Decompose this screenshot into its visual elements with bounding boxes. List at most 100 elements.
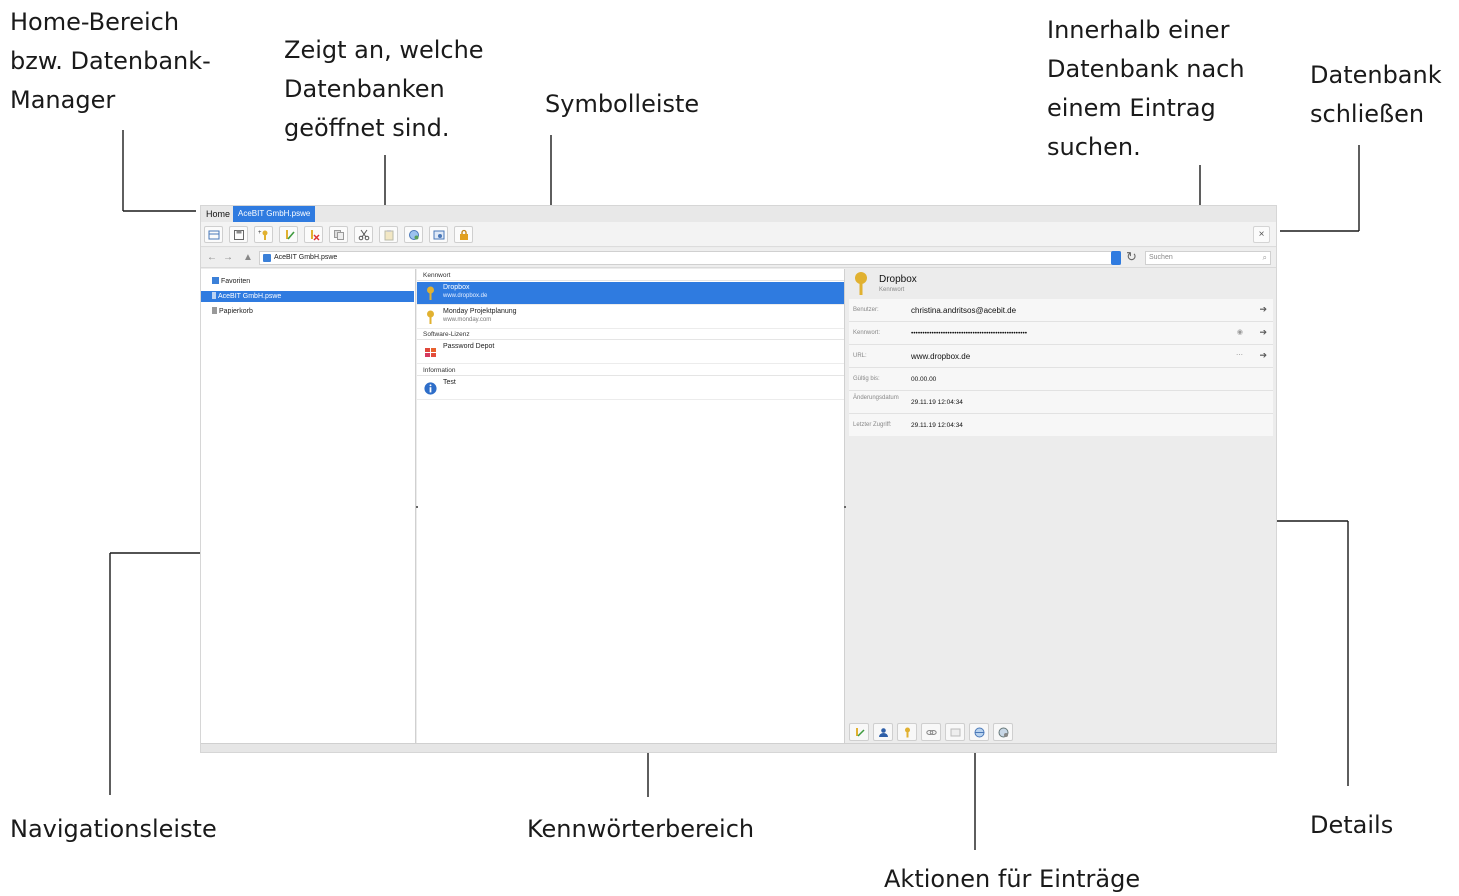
- toolbar: + ×: [201, 222, 1276, 247]
- delete-icon: [311, 230, 320, 241]
- callout-toolbar: Symbolleiste: [545, 90, 700, 118]
- entry-row[interactable]: Monday Projektplanung www.monday.com: [417, 306, 844, 329]
- view-icon: [433, 230, 445, 240]
- copy-password-action[interactable]: [897, 723, 917, 741]
- callout-password-area: Kennwörterbereich: [527, 815, 755, 843]
- arrow-right-icon[interactable]: ➔: [1259, 327, 1267, 338]
- note-icon: [950, 728, 961, 737]
- paste-icon: [384, 230, 394, 241]
- nav-item-trash[interactable]: Papierkorb: [201, 306, 414, 317]
- details-fields: Benutzer: christina.andritsos@acebit.de …: [849, 299, 1273, 436]
- path-field[interactable]: AceBIT GmbH.pswe: [259, 251, 1121, 265]
- globe-icon: [974, 727, 985, 738]
- open-url-button[interactable]: [404, 226, 423, 243]
- entries-panel: Kennwort Dropbox www.dropbox.de Monday P…: [417, 269, 845, 743]
- callout-navigation: Navigationsleiste: [10, 815, 217, 843]
- open-web-action[interactable]: [969, 723, 989, 741]
- nav-item-favorites[interactable]: Favoriten: [201, 276, 414, 287]
- trash-icon: [212, 307, 217, 314]
- splitter-handle[interactable]: [844, 506, 846, 508]
- new-entry-button[interactable]: +: [254, 226, 273, 243]
- cut-button[interactable]: [354, 226, 373, 243]
- copy-button[interactable]: [329, 226, 348, 243]
- search-icon: ⌕: [1262, 253, 1267, 262]
- lock-button[interactable]: [454, 226, 473, 243]
- up-arrow-icon[interactable]: ▲: [243, 252, 253, 263]
- key-icon: [855, 272, 867, 295]
- entry-row[interactable]: Password Depot: [417, 341, 844, 364]
- tab-bar: Home AceBIT GmbH.pswe: [201, 206, 1276, 222]
- details-panel: Dropbox Kennwort Benutzer: christina.and…: [846, 269, 1276, 743]
- entry-row[interactable]: Test: [417, 377, 844, 400]
- callout-open-databases: Zeigt an, welche Datenbanken geöffnet si…: [284, 36, 484, 142]
- user-icon: [879, 728, 888, 737]
- back-arrow-icon[interactable]: ←: [207, 252, 217, 263]
- forward-arrow-icon[interactable]: →: [223, 252, 233, 263]
- splitter-handle[interactable]: [416, 506, 418, 508]
- paste-button[interactable]: [379, 226, 398, 243]
- table-icon: [208, 230, 220, 240]
- cut-icon: [358, 229, 370, 241]
- info-icon: [424, 382, 437, 395]
- link-icon: [926, 730, 937, 735]
- windows-icon: [425, 348, 436, 357]
- save-button[interactable]: [229, 226, 248, 243]
- edit-entry-action[interactable]: [849, 723, 869, 741]
- open-url-icon: [409, 230, 419, 240]
- field-expiry: Gültig bis: 00.00.00: [849, 368, 1273, 391]
- callout-details: Details: [1310, 811, 1394, 839]
- svg-text:+: +: [258, 230, 262, 236]
- copy-icon: [334, 230, 344, 240]
- edit-entry-icon: [856, 728, 865, 737]
- arrow-right-icon[interactable]: ➔: [1259, 304, 1267, 315]
- callout-close-database: Datenbank schließen: [1310, 61, 1442, 128]
- group-header: Kennwort: [417, 271, 844, 281]
- arrow-right-icon[interactable]: ➔: [1259, 350, 1267, 361]
- table-view-button[interactable]: [204, 226, 223, 243]
- more-icon[interactable]: ⋯: [1236, 351, 1243, 359]
- edit-icon: [286, 230, 295, 240]
- edit-entry-button[interactable]: [279, 226, 298, 243]
- navigation-panel: Favoriten AceBIT GmbH.pswe Papierkorb: [201, 269, 416, 743]
- copy-url-action[interactable]: [921, 723, 941, 741]
- copy-user-action[interactable]: [873, 723, 893, 741]
- path-bar: ← → ▲ AceBIT GmbH.pswe ↻ Suchen ⌕: [201, 248, 1276, 268]
- key-icon: [427, 310, 434, 324]
- lock-icon: [460, 229, 468, 240]
- field-password: Kennwort: ••••••••••••••••••••••••••••••…: [849, 322, 1273, 345]
- details-title: Dropbox: [879, 274, 917, 285]
- delete-entry-button[interactable]: [304, 226, 323, 243]
- tab-database[interactable]: AceBIT GmbH.pswe: [233, 206, 316, 222]
- callout-home: Home-Bereich bzw. Datenbank- Manager: [10, 8, 211, 114]
- refresh-icon[interactable]: ↻: [1126, 249, 1137, 265]
- new-key-icon: +: [258, 230, 268, 240]
- path-dropdown-button[interactable]: [1111, 251, 1121, 265]
- field-modified: Änderungsdatum 29.11.19 12:04:34: [849, 391, 1273, 414]
- callout-search: Innerhalb einer Datenbank nach einem Ein…: [1047, 16, 1245, 158]
- close-database-button[interactable]: ×: [1253, 226, 1270, 243]
- details-header: Dropbox Kennwort: [846, 269, 1276, 299]
- key-copy-icon: [905, 727, 910, 738]
- group-header: Software-Lizenz: [417, 330, 844, 340]
- web-settings-action[interactable]: [993, 723, 1013, 741]
- favorites-icon: [212, 277, 219, 284]
- search-input[interactable]: Suchen ⌕: [1145, 251, 1271, 265]
- key-icon: [427, 286, 434, 300]
- tab-home[interactable]: Home: [201, 206, 235, 222]
- save-icon: [234, 230, 244, 240]
- field-last-access: Letzter Zugriff: 29.11.19 12:04:34: [853, 422, 963, 429]
- app-window: Home AceBIT GmbH.pswe + × ← → ▲ AceBIT G…: [200, 205, 1277, 753]
- entry-actions-bar: [846, 721, 1276, 743]
- details-type: Kennwort: [879, 287, 905, 293]
- eye-icon[interactable]: ◉: [1237, 328, 1243, 336]
- status-bar: [201, 743, 1276, 752]
- database-icon: [263, 254, 271, 262]
- database-icon: [212, 292, 216, 299]
- view-button[interactable]: [429, 226, 448, 243]
- callout-entry-actions: Aktionen für Einträge: [884, 865, 1141, 893]
- entry-row[interactable]: Dropbox www.dropbox.de: [417, 282, 844, 305]
- nav-item-database[interactable]: AceBIT GmbH.pswe: [201, 291, 414, 302]
- group-header: Information: [417, 366, 844, 376]
- note-action[interactable]: [945, 723, 965, 741]
- field-user: Benutzer: christina.andritsos@acebit.de …: [849, 299, 1273, 322]
